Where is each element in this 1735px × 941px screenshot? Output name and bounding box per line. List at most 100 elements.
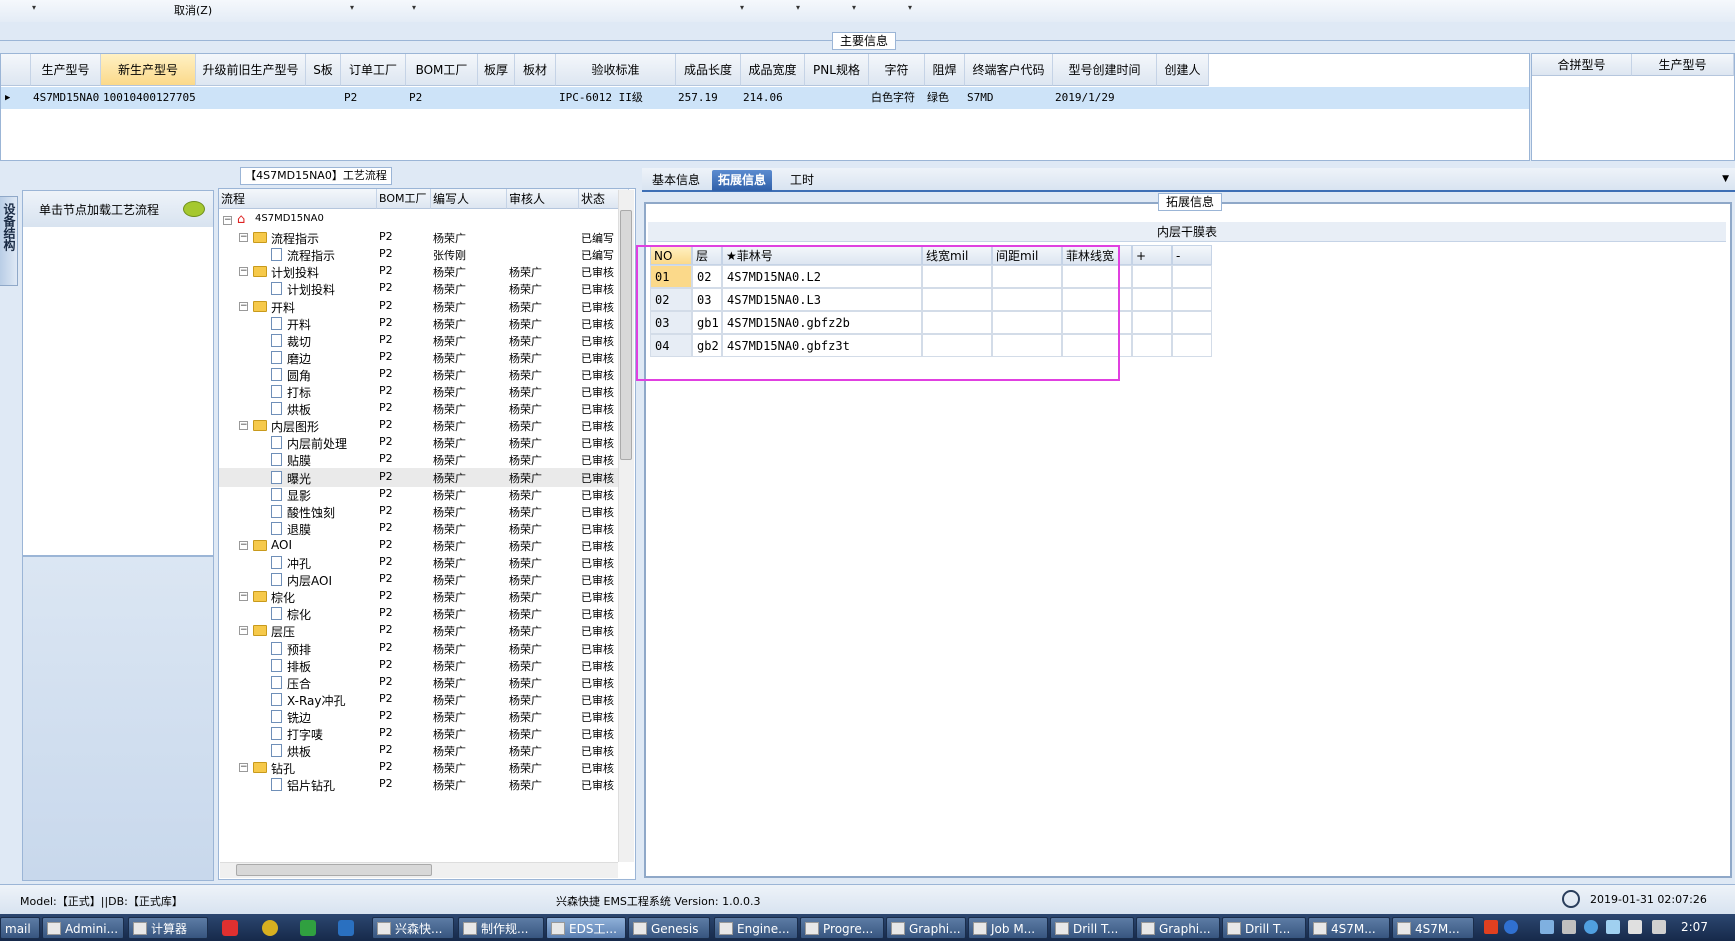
col-header[interactable]: 流程 xyxy=(219,189,377,209)
film-cell-empty[interactable] xyxy=(1132,265,1172,288)
app-icon[interactable] xyxy=(222,920,238,936)
taskbar-item[interactable]: Admini... xyxy=(42,917,124,939)
film-cell-empty[interactable] xyxy=(1132,334,1172,357)
taskbar-item[interactable]: 4S7M... xyxy=(1308,917,1390,939)
col-header[interactable]: 新生产型号 xyxy=(101,54,196,86)
taskbar-item[interactable]: 制作规... xyxy=(458,917,544,939)
tab-basic-info[interactable]: 基本信息 xyxy=(646,170,706,191)
chevron-down-icon[interactable]: ▼ xyxy=(1722,174,1729,184)
col-header[interactable]: 型号创建时间 xyxy=(1053,54,1157,86)
chevron-down-icon[interactable]: ▾ xyxy=(852,3,856,12)
col-header[interactable]: 字符 xyxy=(869,54,925,86)
col-header[interactable]: PNL规格 xyxy=(805,54,869,86)
taskbar-clock[interactable]: 2:07 xyxy=(1681,920,1708,934)
col-header[interactable]: S板 xyxy=(306,54,341,86)
help-icon[interactable] xyxy=(1504,920,1518,934)
app-icon[interactable] xyxy=(262,920,278,936)
col-header[interactable]: 板厚 xyxy=(478,54,515,86)
collapse-toggle-icon[interactable]: − xyxy=(239,540,248,550)
tab-work-hours[interactable]: 工时 xyxy=(784,170,820,191)
collapse-toggle-icon[interactable]: − xyxy=(239,592,248,602)
col-header[interactable]: 生产型号 xyxy=(1632,54,1734,76)
film-cell-empty[interactable] xyxy=(1132,311,1172,334)
collapse-toggle-icon[interactable]: − xyxy=(239,626,248,636)
chevron-down-icon[interactable]: ▾ xyxy=(740,3,744,12)
tree-cell-reviewer: 杨荣广 xyxy=(509,642,542,656)
tree-horizontal-scroll-thumb[interactable] xyxy=(236,864,432,876)
taskbar-item[interactable]: Progre... xyxy=(800,917,884,939)
main-info-grid[interactable]: 生产型号 新生产型号 升级前旧生产型号 S板 订单工厂 BOM工厂 板厚 板材 … xyxy=(0,53,1530,161)
col-header[interactable]: 创建人 xyxy=(1157,54,1209,86)
col-header[interactable]: 生产型号 xyxy=(31,54,101,86)
tray-app-icon[interactable] xyxy=(1562,920,1576,934)
document-icon xyxy=(271,641,282,655)
col-header[interactable]: 升级前旧生产型号 xyxy=(196,54,306,86)
tree-cell-bom: P2 xyxy=(379,332,393,346)
col-header[interactable]: 终端客户代码 xyxy=(965,54,1053,86)
chevron-down-icon[interactable]: ▾ xyxy=(412,3,416,12)
film-cell-empty[interactable] xyxy=(1132,288,1172,311)
taskbar-item[interactable]: Genesis xyxy=(628,917,710,939)
tree-cell-writer: 杨荣广 xyxy=(433,368,466,382)
flag-icon[interactable] xyxy=(1628,920,1642,934)
chevron-down-icon[interactable]: ▾ xyxy=(32,3,36,12)
document-icon xyxy=(271,248,282,262)
tree-row[interactable]: 铝片钻孔 P2 杨荣广 杨荣广 已审核 xyxy=(219,775,619,794)
tray-app-icon[interactable] xyxy=(1484,920,1498,934)
tree-cell-bom: P2 xyxy=(379,537,393,551)
tab-extended-info[interactable]: 拓展信息 xyxy=(712,170,773,191)
film-cell-empty[interactable] xyxy=(1172,311,1212,334)
node-panel[interactable]: 单击节点加载工艺流程 xyxy=(22,190,214,556)
film-cell-empty[interactable] xyxy=(1172,265,1212,288)
taskbar-item[interactable]: Drill T... xyxy=(1050,917,1134,939)
tray-app-icon[interactable] xyxy=(1584,920,1598,934)
app-icon xyxy=(805,922,819,935)
col-header[interactable]: 验收标准 xyxy=(556,54,676,86)
app-icon[interactable] xyxy=(338,920,354,936)
network-icon[interactable] xyxy=(1540,920,1554,934)
taskbar-item[interactable]: 4S7M... xyxy=(1392,917,1474,939)
collapse-toggle-icon[interactable]: − xyxy=(239,233,248,243)
col-header[interactable]: 订单工厂 xyxy=(341,54,406,86)
taskbar-item[interactable]: EDS工... xyxy=(546,917,626,939)
table-row[interactable]: ▶ 4S7MD15NA0 10010400127705 P2 P2 IPC-60… xyxy=(1,87,1529,109)
device-structure-tab[interactable]: 设备结构 xyxy=(0,196,18,286)
col-header[interactable]: 合拼型号 xyxy=(1532,54,1632,76)
tree-cell-status: 已审核 xyxy=(581,334,614,348)
film-cell-empty[interactable] xyxy=(1172,288,1212,311)
taskbar-item[interactable]: Engine... xyxy=(714,917,798,939)
merge-grid[interactable]: 合拼型号 生产型号 xyxy=(1531,53,1735,161)
chevron-down-icon[interactable]: ▾ xyxy=(908,3,912,12)
process-tree[interactable]: 流程 BOM工厂 编写人 审核人 状态 − ⌂ 4S7MD15NA0− 流程指示 P2 杨… xyxy=(218,188,636,880)
taskbar-item[interactable]: mail xyxy=(0,917,40,939)
col-header[interactable]: 审核人 xyxy=(507,189,579,209)
taskbar-item[interactable]: Graphi... xyxy=(886,917,966,939)
taskbar-item[interactable]: 计算器 xyxy=(128,917,208,939)
collapse-toggle-icon[interactable]: − xyxy=(239,763,248,773)
taskbar-item[interactable]: Graphi... xyxy=(1136,917,1220,939)
film-cell-empty[interactable] xyxy=(1172,334,1212,357)
chevron-down-icon[interactable]: ▾ xyxy=(796,3,800,12)
collapse-toggle-icon[interactable]: − xyxy=(239,267,248,277)
volume-icon[interactable] xyxy=(1652,920,1666,934)
col-header[interactable]: BOM工厂 xyxy=(377,189,431,209)
taskbar-item[interactable]: Drill T... xyxy=(1222,917,1306,939)
taskbar-item[interactable]: 兴森快... xyxy=(372,917,454,939)
remove-row-button[interactable]: - xyxy=(1172,245,1212,265)
col-header[interactable]: 阻焊 xyxy=(925,54,965,86)
tree-vertical-scroll-thumb[interactable] xyxy=(620,210,632,460)
col-header[interactable]: 成品长度 xyxy=(676,54,741,86)
col-header[interactable]: 板材 xyxy=(515,54,556,86)
col-header[interactable]: 成品宽度 xyxy=(741,54,805,86)
collapse-toggle-icon[interactable]: − xyxy=(239,421,248,431)
col-header[interactable]: 编写人 xyxy=(431,189,507,209)
collapse-toggle-icon[interactable]: − xyxy=(239,301,248,311)
cancel-menu-item[interactable]: 取消(Z) xyxy=(174,2,212,18)
col-header[interactable]: BOM工厂 xyxy=(406,54,478,86)
chevron-down-icon[interactable]: ▾ xyxy=(350,3,354,12)
app-icon[interactable] xyxy=(300,920,316,936)
taskbar-item[interactable]: Job M... xyxy=(968,917,1048,939)
collapse-toggle-icon[interactable]: − xyxy=(223,216,232,225)
add-row-button[interactable]: + xyxy=(1132,245,1172,265)
tray-app-icon[interactable] xyxy=(1606,920,1620,934)
